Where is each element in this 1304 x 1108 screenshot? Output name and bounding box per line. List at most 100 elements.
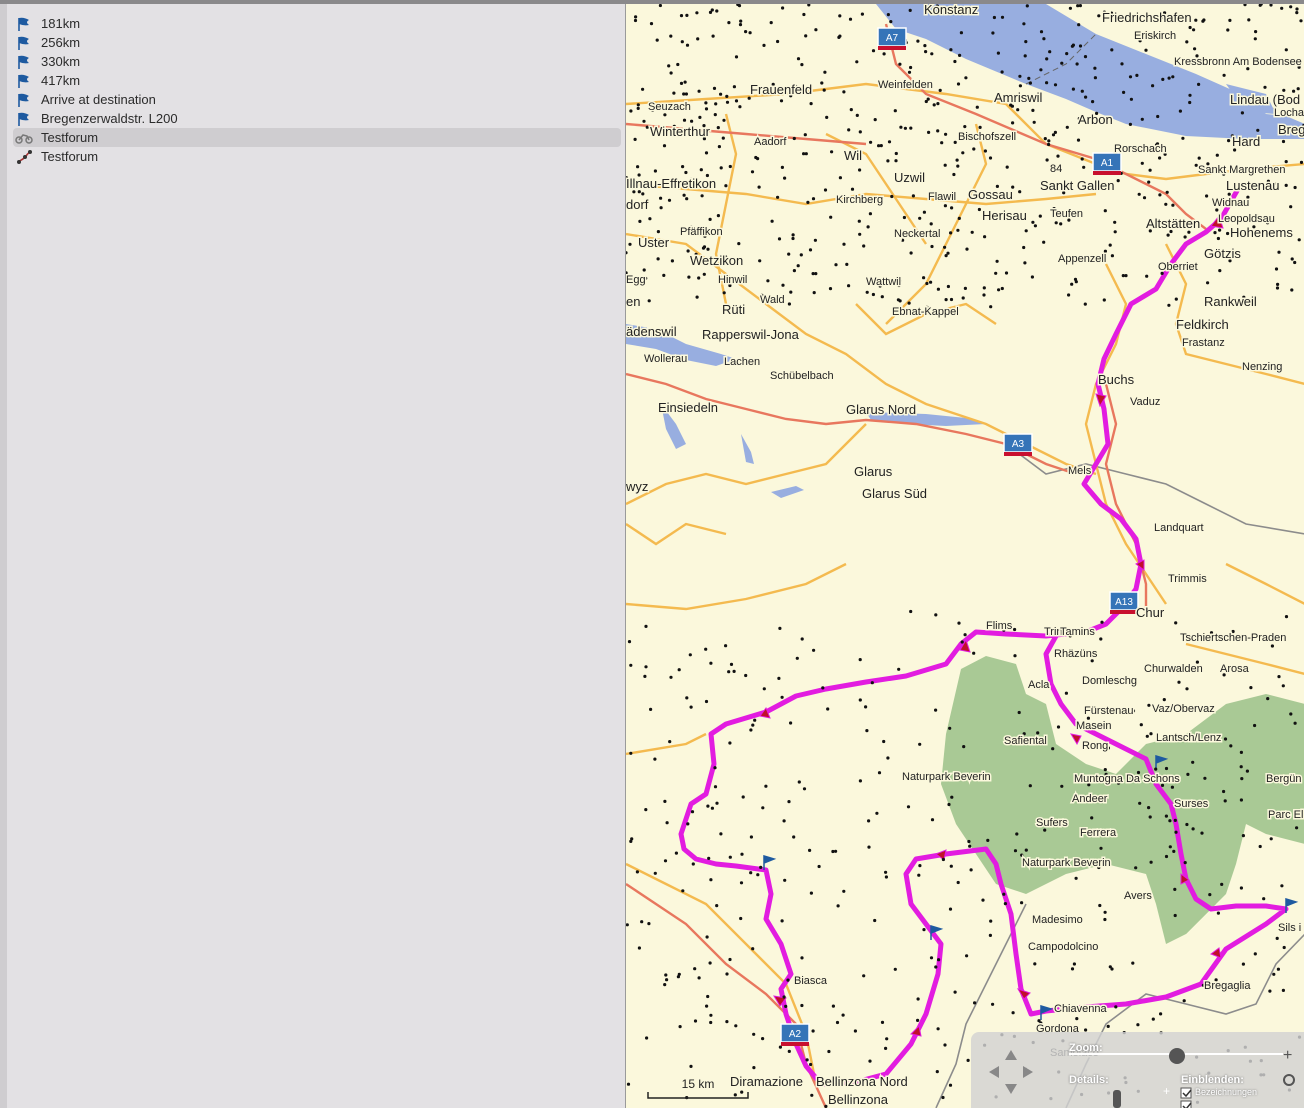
map-label-lustenau: Lustenau [1226, 178, 1280, 193]
motorcycle-icon [15, 130, 33, 146]
map-label-n8: 84 [1050, 163, 1062, 175]
map-label-landquart: Landquart [1154, 522, 1204, 534]
map-label-hohenems: Hohenems [1230, 225, 1293, 240]
flag-icon [15, 92, 33, 108]
map-label-schwyz: wyz [626, 479, 648, 494]
details-slider-knob[interactable] [1113, 1090, 1121, 1108]
map-label-tschiertschen: Tschiertschen-Praden [1180, 632, 1286, 644]
map-label-illnau: Illnau-Effretikon [626, 176, 716, 191]
map-label-goetzis: Götzis [1204, 246, 1241, 261]
map-label-kressbronn: Kressbronn Am Bodensee [1174, 56, 1302, 68]
map-label-lochau: Lochau [1274, 107, 1304, 119]
zoom-slider-knob[interactable] [1169, 1048, 1185, 1064]
map-label-egg: Egg [626, 274, 646, 286]
settings-gear-icon[interactable] [1283, 1074, 1295, 1086]
map-label-trimmis: Trimmis [1168, 573, 1207, 585]
map-label-bellinzona: Bellinzona [828, 1092, 889, 1107]
map-label-masein: Masein [1076, 720, 1111, 732]
pan-up-icon[interactable] [1005, 1050, 1017, 1060]
map-label-domleschg: Domleschg [1082, 675, 1137, 687]
pan-down-icon[interactable] [1005, 1084, 1017, 1094]
map-canvas[interactable]: A7 A1 A3 A13 A2 Konstanz Friedrichshafen E… [626, 4, 1304, 1108]
waypoint-label: Testforum [41, 130, 99, 145]
map-label-feldkirch: Feldkirch [1176, 317, 1229, 332]
scale-label: 15 km [682, 1077, 715, 1091]
map-label-aadorf: Aadorf [754, 136, 787, 148]
waypoint-row[interactable]: 330km [13, 52, 621, 71]
a2-shield: A2 [789, 1029, 802, 1040]
map-label-weinfelden: Weinfelden [878, 79, 933, 91]
map-label-altstaetten: Altstätten [1146, 216, 1200, 231]
waypoint-row[interactable]: Arrive at destination [13, 90, 621, 109]
map-label-widnau: Widnau [1212, 197, 1249, 209]
map-label-arosa: Arosa [1220, 663, 1250, 675]
naturpark-beverin [941, 656, 1304, 944]
map-label-lachen: Lachen [724, 356, 760, 368]
map-label-leopoldsau: Leopoldsau [1218, 213, 1275, 225]
map-label-sils: Sils i [1278, 922, 1301, 934]
flag-icon [15, 111, 33, 127]
waypoint-label: 330km [41, 54, 81, 69]
map-label-naturpark1: Naturpark Beverin [902, 771, 991, 783]
waypoint-label: 181km [41, 16, 81, 31]
map-label-flawil: Flawil [928, 191, 956, 203]
map-label-bellinzona-nord: Bellinzona Nord [816, 1074, 908, 1089]
map-label-arbon: Arbon [1078, 112, 1113, 127]
map-label-rongellen: Rong [1082, 740, 1108, 752]
map-label-bregenz: Bregen [1278, 122, 1304, 137]
map-label-wetzikon: Wetzikon [690, 253, 743, 268]
map-label-seuzach: Seuzach [648, 101, 691, 113]
map-label-surses: Surses [1174, 798, 1209, 810]
pan-left-icon[interactable] [989, 1066, 999, 1078]
labels-option: Bezeichnungen [1195, 1087, 1258, 1097]
map-label-hard: Hard [1232, 134, 1260, 149]
waypoint-label: Arrive at destination [41, 92, 156, 107]
flag-icon [15, 16, 33, 32]
map-label-ebnat: Ebnat-Kappel [892, 306, 959, 318]
map-label-mels: Mels [1068, 465, 1092, 477]
waypoint-row[interactable]: Testforum [13, 147, 621, 166]
map-label-bischofszell: Bischofszell [958, 131, 1016, 143]
map-label-avers: Avers [1124, 890, 1152, 902]
map-label-einsiedeln: Einsiedeln [658, 400, 718, 415]
map-label-waedenswil: ädenswil [626, 324, 677, 339]
pan-right-icon[interactable] [1023, 1066, 1033, 1078]
map-label-appenzell: Appenzell [1058, 253, 1106, 265]
map-controls-panel: + + Zoom: Details: Einblenden: Bezeichnu… [971, 1032, 1304, 1108]
map-label-lantsch: Lantsch/Lenz [1156, 732, 1221, 744]
map-label-kirchberg: Kirchberg [836, 194, 883, 206]
map-label-vaduz: Vaduz [1130, 396, 1160, 408]
map-label-neckertal: Neckertal [894, 228, 940, 240]
map-view[interactable]: A7 A1 A3 A13 A2 Konstanz Friedrichshafen E… [625, 4, 1304, 1108]
map-label-oberriet: Oberriet [1158, 261, 1198, 273]
waypoint-row[interactable]: 417km [13, 71, 621, 90]
map-label-sankt-margrethen: Sankt Margrethen [1198, 164, 1285, 176]
waypoint-row[interactable]: 181km [13, 14, 621, 33]
map-label-rhaezuens: Rhäzüns [1054, 648, 1098, 660]
waypoint-label: Testforum [41, 149, 99, 164]
waypoint-row[interactable]: 256km [13, 33, 621, 52]
map-label-gossau: Gossau [968, 187, 1013, 202]
map-label-glarus-nord: Glarus Nord [846, 402, 916, 417]
map-label-fuerstenau: Fürstenau [1084, 705, 1134, 717]
map-label-uzwil: Uzwil [894, 170, 925, 185]
map-label-churwalden: Churwalden [1144, 663, 1203, 675]
flag-icon [15, 35, 33, 51]
map-label-glarus-sued: Glarus Süd [862, 486, 927, 501]
map-label-herisau: Herisau [982, 208, 1027, 223]
map-label-glarus: Glarus [854, 464, 893, 479]
waypoint-list: 181km 256km 330km 417km Arrive at destinatio… [0, 4, 625, 1108]
map-label-friedrichshafen: Friedrichshafen [1102, 10, 1192, 25]
map-label-bregaglia: Bregaglia [1204, 980, 1251, 992]
map-label-nenzing: Nenzing [1242, 361, 1282, 373]
map-label-wollerau: Wollerau [644, 353, 687, 365]
map-label-acla: Acla [1028, 679, 1050, 691]
zoom-in-icon[interactable]: + [1283, 1047, 1292, 1064]
map-label-parc: Parc El [1268, 809, 1303, 821]
map-label-dorf: dorf [626, 197, 649, 212]
waypoint-row[interactable]: Testforum [13, 128, 621, 147]
waypoint-row[interactable]: Bregenzerwaldstr. L200 [13, 109, 621, 128]
details-plus-icon[interactable]: + [1163, 1084, 1170, 1098]
map-label-amriswil: Amriswil [994, 90, 1042, 105]
map-label-frastanz: Frastanz [1182, 337, 1225, 349]
